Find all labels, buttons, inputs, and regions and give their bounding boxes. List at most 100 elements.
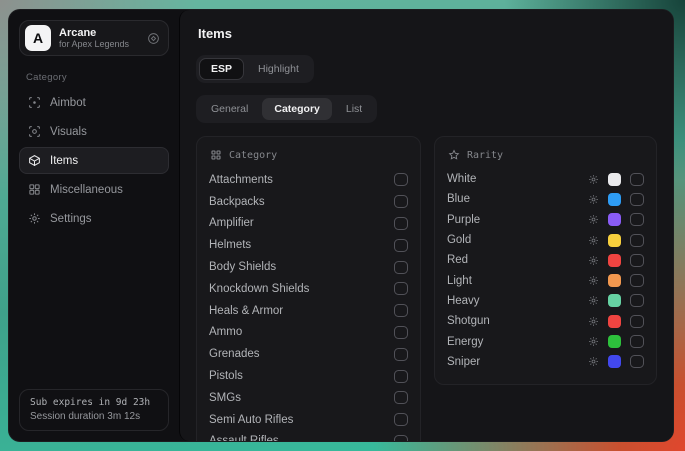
color-swatch[interactable] — [608, 274, 621, 287]
checkbox[interactable] — [394, 195, 408, 208]
sidebar-item-settings[interactable]: Settings — [19, 205, 169, 232]
rarity-row: Heavy — [447, 291, 644, 311]
category-row: Body Shields — [209, 256, 408, 278]
category-row: Knockdown Shields — [209, 278, 408, 300]
checkbox[interactable] — [394, 304, 408, 317]
tab-list[interactable]: List — [334, 98, 374, 120]
rarity-settings-gear-icon[interactable] — [588, 295, 599, 306]
checkbox[interactable] — [630, 173, 644, 186]
rarity-item-label: Gold — [447, 234, 471, 246]
checkbox[interactable] — [630, 315, 644, 328]
checkbox[interactable] — [394, 348, 408, 361]
color-swatch[interactable] — [608, 335, 621, 348]
category-row: Attachments — [209, 169, 408, 191]
category-item-label: Helmets — [209, 239, 251, 251]
category-row: Heals & Armor — [209, 300, 408, 322]
rarity-settings-gear-icon[interactable] — [588, 214, 599, 225]
tab-general[interactable]: General — [199, 98, 260, 120]
sidebar-item-miscellaneous[interactable]: Miscellaneous — [19, 176, 169, 203]
color-swatch[interactable] — [608, 315, 621, 328]
tab-category[interactable]: Category — [262, 98, 332, 120]
checkbox[interactable] — [394, 391, 408, 404]
rarity-item-label: Light — [447, 275, 472, 287]
color-swatch[interactable] — [608, 193, 621, 206]
category-row: Grenades — [209, 343, 408, 365]
category-row: Helmets — [209, 234, 408, 256]
rarity-row: Blue — [447, 189, 644, 209]
sidebar-item-label: Settings — [50, 213, 92, 225]
checkbox[interactable] — [630, 274, 644, 287]
target-icon[interactable] — [147, 32, 160, 45]
rarity-item-label: Purple — [447, 214, 480, 226]
rarity-settings-gear-icon[interactable] — [588, 275, 599, 286]
checkbox[interactable] — [394, 173, 408, 186]
rarity-row: Red — [447, 250, 644, 270]
checkbox[interactable] — [394, 261, 408, 274]
category-row: Backpacks — [209, 191, 408, 213]
rarity-item-label: Blue — [447, 193, 470, 205]
app-name: Arcane — [59, 27, 139, 40]
rarity-settings-gear-icon[interactable] — [588, 174, 599, 185]
checkbox[interactable] — [630, 254, 644, 267]
app-window: A Arcane for Apex Legends Category Aimbo… — [8, 9, 674, 442]
checkbox[interactable] — [630, 355, 644, 368]
checkbox[interactable] — [630, 335, 644, 348]
rarity-settings-gear-icon[interactable] — [588, 316, 599, 327]
sidebar-item-visuals[interactable]: Visuals — [19, 118, 169, 145]
checkbox[interactable] — [394, 413, 408, 426]
rarity-row: Sniper — [447, 352, 644, 372]
rarity-row: White — [447, 169, 644, 189]
box-icon — [28, 154, 41, 167]
rarity-settings-gear-icon[interactable] — [588, 336, 599, 347]
sidebar-item-label: Visuals — [50, 126, 87, 138]
rarity-item-label: Energy — [447, 336, 483, 348]
rarity-settings-gear-icon[interactable] — [588, 255, 599, 266]
tab-esp[interactable]: ESP — [199, 58, 244, 80]
checkbox[interactable] — [630, 234, 644, 247]
sidebar-item-aimbot[interactable]: Aimbot — [19, 89, 169, 116]
checkbox[interactable] — [394, 326, 408, 339]
checkbox[interactable] — [630, 294, 644, 307]
checkbox[interactable] — [630, 213, 644, 226]
page-title: Items — [198, 26, 657, 41]
sidebar-item-items[interactable]: Items — [19, 147, 169, 174]
grid-small-icon — [210, 149, 222, 161]
rarity-row: Purple — [447, 210, 644, 230]
checkbox[interactable] — [394, 282, 408, 295]
color-swatch[interactable] — [608, 213, 621, 226]
rarity-row: Energy — [447, 331, 644, 351]
checkbox[interactable] — [394, 435, 408, 441]
rarity-settings-gear-icon[interactable] — [588, 235, 599, 246]
checkbox[interactable] — [394, 239, 408, 252]
checkbox[interactable] — [394, 217, 408, 230]
sidebar-nav: Aimbot Visuals Items Miscellaneous Settings — [19, 89, 169, 232]
rarity-settings-gear-icon[interactable] — [588, 356, 599, 367]
category-item-label: Attachments — [209, 174, 273, 186]
color-swatch[interactable] — [608, 173, 621, 186]
checkbox[interactable] — [630, 193, 644, 206]
rarity-item-label: Shotgun — [447, 315, 490, 327]
rarity-item-label: Red — [447, 254, 468, 266]
rarity-settings-gear-icon[interactable] — [588, 194, 599, 205]
rarity-row: Shotgun — [447, 311, 644, 331]
rarity-item-label: Heavy — [447, 295, 480, 307]
main-content: Items ESPHighlight GeneralCategoryList C… — [179, 10, 673, 441]
checkbox[interactable] — [394, 370, 408, 383]
category-item-label: Backpacks — [209, 196, 265, 208]
category-row: Semi Auto Rifles — [209, 409, 408, 431]
app-logo: A — [25, 25, 51, 51]
category-item-label: Grenades — [209, 348, 260, 360]
rarity-row: Gold — [447, 230, 644, 250]
color-swatch[interactable] — [608, 234, 621, 247]
view-tabs: GeneralCategoryList — [196, 95, 377, 123]
category-item-label: Heals & Armor — [209, 305, 283, 317]
color-swatch[interactable] — [608, 355, 621, 368]
sidebar: A Arcane for Apex Legends Category Aimbo… — [9, 10, 179, 441]
tab-highlight[interactable]: Highlight — [246, 58, 311, 80]
category-row: SMGs — [209, 387, 408, 409]
sidebar-item-label: Miscellaneous — [50, 184, 123, 196]
category-item-label: Knockdown Shields — [209, 283, 309, 295]
category-item-label: SMGs — [209, 392, 241, 404]
color-swatch[interactable] — [608, 294, 621, 307]
color-swatch[interactable] — [608, 254, 621, 267]
